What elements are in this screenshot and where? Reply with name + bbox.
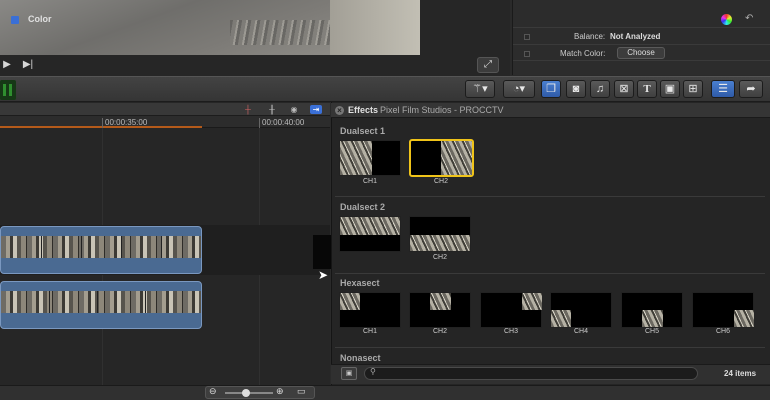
clip-filmstrip <box>1 236 201 258</box>
fullscreen-button[interactable]: ⤢ <box>477 57 499 73</box>
solo-icon[interactable]: ◉ <box>288 105 300 114</box>
effect-thumbnail[interactable] <box>550 292 612 328</box>
effects-icon: ❐ <box>546 83 556 95</box>
clip-skimming-icon[interactable]: ┼ <box>242 105 254 114</box>
zoom-in-icon[interactable]: ⊕ <box>276 386 284 397</box>
clip-appearance-icon[interactable]: ▭ <box>297 386 306 397</box>
cursor-icon: ➤ <box>318 268 329 282</box>
music-note-icon: ♫ <box>595 83 605 95</box>
effect-label: CH2 <box>432 328 447 335</box>
titles-icon: T <box>643 83 651 95</box>
effects-category-path: Pixel Film Studios - PROCCTV <box>380 105 504 115</box>
section-divider <box>335 196 765 197</box>
section-title: Nonasect <box>340 353 381 363</box>
balance-value: Not Analyzed <box>610 32 661 41</box>
effects-title: Effects <box>348 105 379 115</box>
color-section-label: Color <box>28 14 52 24</box>
section-divider <box>335 273 765 274</box>
effect-thumbnail-selected[interactable] <box>409 139 474 177</box>
effects-search-input[interactable] <box>364 367 698 380</box>
viewer-image-wall <box>330 0 420 55</box>
match-color-label: Match Color: <box>560 49 606 58</box>
sidebar-toggle-icon: ▣ <box>345 370 353 377</box>
effect-label: CH2 <box>433 178 448 185</box>
color-board-icon[interactable] <box>721 14 732 25</box>
effect-label: CH6 <box>715 328 730 335</box>
render-bar <box>0 126 202 128</box>
sidebar-toggle-button[interactable]: ▣ <box>341 367 357 380</box>
effect-thumbnail[interactable] <box>339 216 401 252</box>
effect-thumbnail[interactable] <box>621 292 683 328</box>
generators-icon: ▣ <box>664 83 676 95</box>
enhancements-button[interactable]: ⚚▾ <box>465 80 495 98</box>
timecode-label: 00:00:40:00 <box>262 118 305 127</box>
video-clip-lower[interactable] <box>0 281 202 329</box>
effect-label: CH4 <box>573 328 588 335</box>
effect-label: CH1 <box>362 328 377 335</box>
retime-icon: ◔▾ <box>512 83 526 95</box>
transitions-browser-button[interactable]: ⊠ <box>614 80 634 98</box>
section-title: Dualsect 2 <box>340 202 386 212</box>
viewer-frame[interactable] <box>0 0 420 55</box>
section-title: Hexasect <box>340 278 380 288</box>
timeline-header <box>0 103 330 116</box>
ruler-tick <box>259 118 260 128</box>
ruler-tick <box>102 118 103 128</box>
balance-label: Balance: <box>574 32 606 41</box>
reset-icon[interactable]: ↶ <box>745 13 753 24</box>
inspector-toggle-button[interactable]: ☰ <box>711 80 735 98</box>
retime-button[interactable]: ◔▾ <box>503 80 535 98</box>
effect-thumbnail[interactable] <box>480 292 542 328</box>
section-title: Dualsect 1 <box>340 126 386 136</box>
effect-thumbnail[interactable] <box>409 216 471 252</box>
section-divider <box>335 347 765 348</box>
audio-meter <box>0 80 16 100</box>
share-icon: ➦ <box>746 83 756 95</box>
effects-browser-button[interactable]: ❐ <box>541 80 561 98</box>
fullscreen-icon: ⤢ <box>484 59 492 70</box>
inspector-icon: ☰ <box>718 83 728 95</box>
titles-browser-button[interactable]: T <box>637 80 657 98</box>
play-icon[interactable]: ▶ <box>0 58 14 72</box>
skip-to-end-icon[interactable]: ▶| <box>21 58 35 72</box>
share-button[interactable]: ➦ <box>739 80 763 98</box>
effect-thumbnail[interactable] <box>409 292 471 328</box>
timecode-label: 00:00:35:00 <box>105 118 148 127</box>
camera-icon: ◙ <box>572 83 580 95</box>
close-icon[interactable]: × <box>335 106 344 115</box>
bottom-bar <box>0 385 770 400</box>
color-enable-checkbox[interactable] <box>11 16 19 24</box>
themes-browser-button[interactable]: ⊞ <box>683 80 703 98</box>
search-icon: ⚲ <box>370 367 376 376</box>
video-clip-upper[interactable] <box>0 226 202 274</box>
effect-label: CH3 <box>503 328 518 335</box>
choose-button[interactable]: Choose <box>617 47 665 59</box>
magic-wand-icon: ⚚▾ <box>472 83 488 95</box>
effect-label: CH5 <box>644 328 659 335</box>
effect-thumbnail[interactable] <box>692 292 754 328</box>
zoom-slider-knob[interactable] <box>242 389 250 397</box>
match-color-checkbox[interactable] <box>524 51 530 57</box>
clip-filmstrip <box>1 291 201 313</box>
photo-browser-button[interactable]: ◙ <box>566 80 586 98</box>
effect-thumbnail[interactable] <box>339 292 401 328</box>
effect-thumbnail[interactable] <box>339 140 401 176</box>
snapping-icon[interactable]: ⇥ <box>310 105 322 114</box>
audio-skimming-icon[interactable]: ╫ <box>266 105 278 114</box>
effect-label: CH1 <box>362 178 377 185</box>
themes-icon: ⊞ <box>688 83 698 95</box>
music-browser-button[interactable]: ♫ <box>590 80 610 98</box>
items-count: 24 items <box>724 369 757 378</box>
zoom-out-icon[interactable]: ⊖ <box>209 386 217 397</box>
balance-checkbox[interactable] <box>524 34 530 40</box>
effect-label: CH2 <box>432 254 447 261</box>
transitions-icon: ⊠ <box>619 83 629 95</box>
generators-browser-button[interactable]: ▣ <box>660 80 680 98</box>
